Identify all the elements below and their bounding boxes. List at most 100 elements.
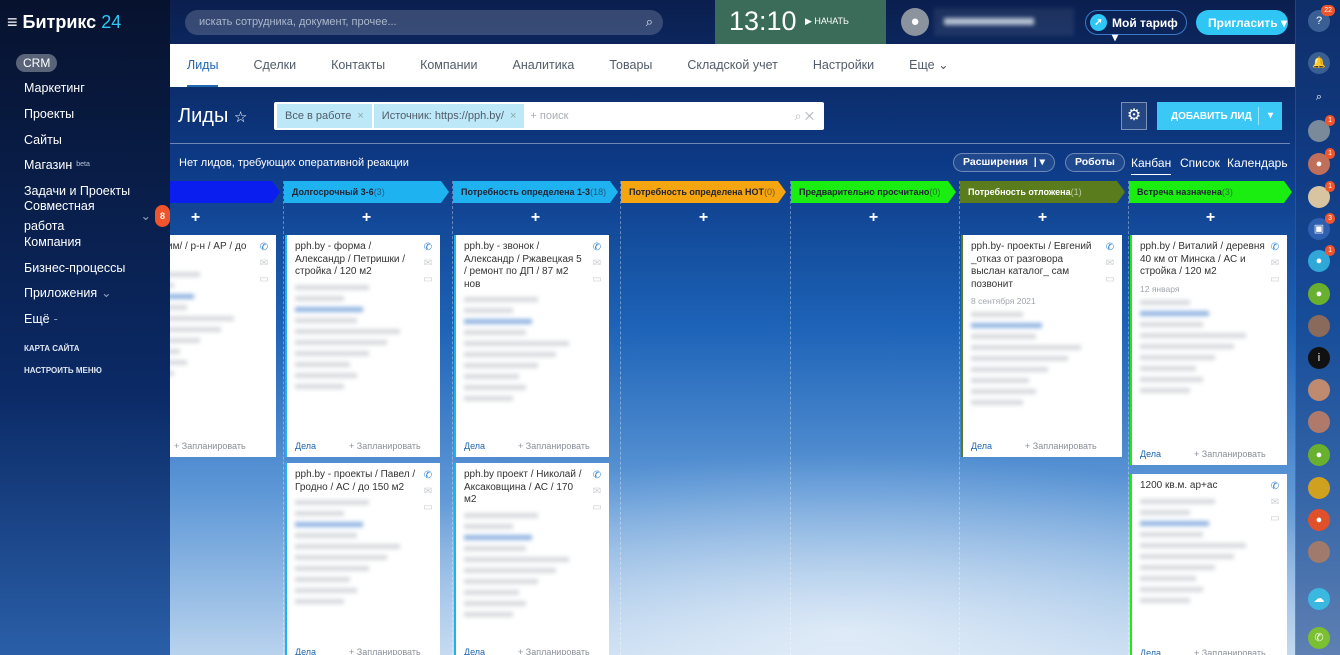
gear-icon[interactable]: ⚙ bbox=[1121, 102, 1147, 130]
tab-settings[interactable]: Настройки bbox=[813, 44, 874, 87]
plan-link[interactable]: + Запланировать bbox=[1025, 441, 1097, 451]
lead-card[interactable]: pph.by- проекты / Евгений _отказ от разг… bbox=[961, 235, 1122, 457]
bell-icon[interactable]: 🔔 bbox=[1308, 52, 1330, 74]
search-clear-icons[interactable]: ⌕ ✕ bbox=[795, 109, 814, 124]
lead-card[interactable]: pph.by - проекты / Павел / Гродно / АС /… bbox=[285, 463, 440, 655]
mail-icon[interactable]: ✉ bbox=[1269, 256, 1281, 272]
chat-icon[interactable]: ▭ bbox=[1104, 272, 1116, 288]
tab-products[interactable]: Товары bbox=[609, 44, 652, 87]
phone-icon[interactable]: ✆ bbox=[1269, 240, 1281, 256]
plan-link[interactable]: + Запланировать bbox=[349, 441, 421, 451]
sidebar-item-crm[interactable]: CRM bbox=[16, 50, 170, 76]
configure-menu-link[interactable]: НАСТРОИТЬ МЕНЮ bbox=[24, 366, 170, 388]
chat-icon[interactable]: ▭ bbox=[422, 272, 434, 288]
phone-icon[interactable]: ✆ bbox=[422, 468, 434, 484]
filter-chip[interactable]: Источник: https://pph.by/× bbox=[373, 104, 525, 128]
lead-title[interactable]: pph.by - проекты / Павел / Гродно / АС /… bbox=[295, 469, 418, 494]
mail-icon[interactable]: ✉ bbox=[1104, 256, 1116, 272]
phone-icon[interactable]: ✆ bbox=[591, 240, 603, 256]
lead-title[interactable]: pph.by - форма / Александр / Петришки / … bbox=[295, 241, 418, 279]
phone-sync-icon[interactable]: ☁ bbox=[1308, 588, 1330, 610]
chat-icon[interactable]: ▭ bbox=[422, 500, 434, 516]
add-card-button[interactable]: + bbox=[170, 203, 280, 235]
info-icon[interactable]: i bbox=[1308, 347, 1330, 369]
lead-card[interactable]: pph.by - форма / Александр / Петришки / … bbox=[285, 235, 440, 457]
contact-avatar[interactable] bbox=[1308, 477, 1330, 499]
filter-chip[interactable]: Все в работе × bbox=[277, 104, 372, 128]
phone-icon[interactable]: ✆ bbox=[1308, 627, 1330, 649]
add-card-button[interactable]: + bbox=[621, 203, 786, 235]
global-search-input[interactable]: искать сотрудника, документ, прочее... ⌕ bbox=[185, 10, 663, 35]
plan-link[interactable]: + Запланировать bbox=[518, 441, 590, 451]
lead-title[interactable]: pph.by- проекты / Евгений _отказ от разг… bbox=[971, 241, 1100, 291]
add-card-button[interactable]: + bbox=[453, 203, 618, 235]
contact-avatar[interactable]: 1 bbox=[1308, 115, 1335, 142]
add-card-button[interactable]: + bbox=[960, 203, 1125, 235]
column-header[interactable]: Встреча назначена(3) bbox=[1129, 181, 1292, 203]
lead-card[interactable]: лог / Максим/ / р-н / АР / до 150✆✉▭Дела… bbox=[170, 235, 276, 457]
column-header[interactable]: Потребность определена 1-3(18) bbox=[453, 181, 618, 203]
start-button[interactable]: ▶ НАЧАТЬ bbox=[805, 16, 849, 27]
tariff-button[interactable]: ➚ Мой тариф ▾ bbox=[1085, 10, 1187, 44]
tab-more[interactable]: Еще ⌄ bbox=[909, 44, 948, 87]
deals-link[interactable]: Дела bbox=[464, 441, 485, 451]
sitemap-link[interactable]: КАРТА САЙТА bbox=[24, 344, 170, 366]
mail-icon[interactable]: ✉ bbox=[422, 256, 434, 272]
tab-deals[interactable]: Сделки bbox=[253, 44, 296, 87]
tab-leads[interactable]: Лиды bbox=[187, 44, 219, 87]
filter-search[interactable]: Все в работе × Источник: https://pph.by/×… bbox=[274, 102, 824, 130]
view-kanban[interactable]: Канбан bbox=[1131, 156, 1172, 175]
tab-companies[interactable]: Компании bbox=[420, 44, 477, 87]
user-avatar[interactable]: ● bbox=[901, 8, 929, 36]
phone-icon[interactable]: ✆ bbox=[1104, 240, 1116, 256]
view-list[interactable]: Список bbox=[1180, 156, 1220, 170]
deals-link[interactable]: Дела bbox=[1140, 648, 1161, 655]
mail-icon[interactable]: ✉ bbox=[591, 484, 603, 500]
lead-title[interactable]: лог / Максим/ / р-н / АР / до 150 bbox=[170, 241, 254, 266]
lead-card[interactable]: pph.by / Виталий / деревня 40 км от Минс… bbox=[1130, 235, 1287, 465]
star-icon[interactable]: ☆ bbox=[234, 109, 247, 126]
sidebar-item-collab[interactable]: Совместная работа ⌄ 8 bbox=[24, 199, 170, 233]
deals-link[interactable]: Дела bbox=[295, 441, 316, 451]
tab-analytics[interactable]: Аналитика bbox=[513, 44, 575, 87]
plan-link[interactable]: + Запланировать bbox=[1194, 449, 1266, 459]
sidebar-item-bp[interactable]: Бизнес-процессы bbox=[24, 255, 170, 281]
add-card-button[interactable]: + bbox=[1129, 203, 1292, 235]
invite-button[interactable]: Пригласить ▾ bbox=[1196, 10, 1288, 35]
lead-title[interactable]: 1200 кв.м. ар+ас bbox=[1140, 480, 1265, 493]
plan-link[interactable]: + Запланировать bbox=[1194, 648, 1266, 655]
contact-avatar[interactable] bbox=[1308, 541, 1330, 563]
contact-avatar[interactable]: ● bbox=[1308, 283, 1330, 305]
contact-avatar[interactable]: ● bbox=[1308, 509, 1330, 531]
contact-avatar[interactable] bbox=[1308, 411, 1330, 433]
lead-title[interactable]: pph.by / Виталий / деревня 40 км от Минс… bbox=[1140, 241, 1265, 279]
phone-icon[interactable]: ✆ bbox=[422, 240, 434, 256]
sidebar-item-sites[interactable]: Сайты bbox=[24, 127, 170, 153]
extensions-button[interactable]: Расширения | ▾ bbox=[953, 153, 1055, 172]
sidebar-item-marketing[interactable]: Маркетинг bbox=[24, 76, 170, 102]
sidebar-item-more[interactable]: Ещё - bbox=[24, 306, 170, 332]
lead-card[interactable]: 1200 кв.м. ар+ас ✆ ✉ ▭ Дела + Запланировать bbox=[1130, 474, 1287, 655]
chat-icon[interactable]: ▭ bbox=[591, 272, 603, 288]
contact-avatar[interactable] bbox=[1308, 315, 1330, 337]
view-calendar[interactable]: Календарь bbox=[1227, 156, 1288, 170]
column-header[interactable]: Долгосрочный 3-6(3) bbox=[284, 181, 449, 203]
close-icon[interactable]: × bbox=[510, 110, 516, 122]
mail-icon[interactable]: ✉ bbox=[422, 484, 434, 500]
search-icon[interactable]: ⌕ bbox=[646, 14, 653, 30]
column-header[interactable]: Потребность определена НОТ(0) bbox=[621, 181, 786, 203]
column-header[interactable]: ный 6-9(1) bbox=[170, 181, 280, 203]
lead-card[interactable]: pph.by - звонок / Александр / Ржавецкая … bbox=[454, 235, 609, 457]
search-icon[interactable]: ⌕ bbox=[1308, 86, 1330, 108]
chat-icon[interactable]: ▭ bbox=[258, 272, 270, 288]
mail-icon[interactable]: ✉ bbox=[1269, 495, 1281, 511]
help-icon[interactable]: ? 22 bbox=[1308, 5, 1335, 32]
contact-avatar[interactable]: ● bbox=[1308, 444, 1330, 466]
add-lead-button[interactable]: ДОБАВИТЬ ЛИД ▾ bbox=[1157, 102, 1282, 130]
logo[interactable]: ≡ Битрикс 24 bbox=[7, 12, 121, 33]
contact-avatar[interactable]: 1 bbox=[1308, 181, 1335, 208]
plan-link[interactable]: + Запланировать bbox=[174, 441, 246, 451]
add-card-button[interactable]: + bbox=[791, 203, 956, 235]
deals-link[interactable]: Дела bbox=[464, 647, 485, 655]
close-icon[interactable]: × bbox=[357, 110, 363, 122]
